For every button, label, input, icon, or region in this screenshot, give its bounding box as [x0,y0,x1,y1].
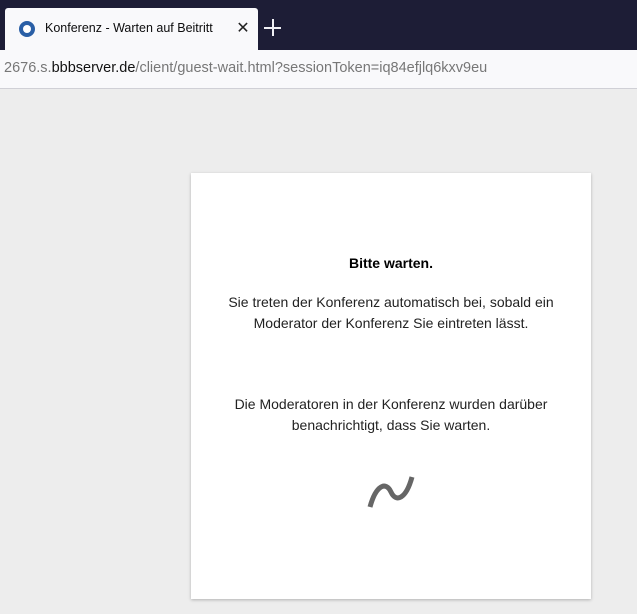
auto-join-message: Sie treten der Konferenz automatisch bei… [228,294,554,331]
loading-wave-icon [367,476,415,508]
close-tab-icon[interactable]: ✕ [234,18,252,38]
tab-title: Konferenz - Warten auf Beitritt [45,21,213,35]
url-text[interactable]: 2676.s.bbbserver.de/client/guest-wait.ht… [4,60,487,76]
browser-tab-strip: Konferenz - Warten auf Beitritt ✕ [0,0,637,50]
url-prefix: 2676.s. [4,60,52,76]
url-path: /client/guest-wait.html?sessionToken=iq8… [135,60,488,76]
browser-tab-active[interactable]: Konferenz - Warten auf Beitritt ✕ [5,8,258,50]
waiting-card: Bitte warten. Sie treten der Konferenz a… [191,173,591,599]
wait-title: Bitte warten. [348,255,433,271]
url-host: bbbserver.de [51,60,136,76]
address-bar[interactable]: 2676.s.bbbserver.de/client/guest-wait.ht… [0,50,637,89]
new-tab-plus-icon[interactable] [262,17,284,39]
moderators-notified-message: Die Moderatoren in der Konferenz wurden … [234,396,548,433]
bbb-favicon-icon [19,21,35,37]
